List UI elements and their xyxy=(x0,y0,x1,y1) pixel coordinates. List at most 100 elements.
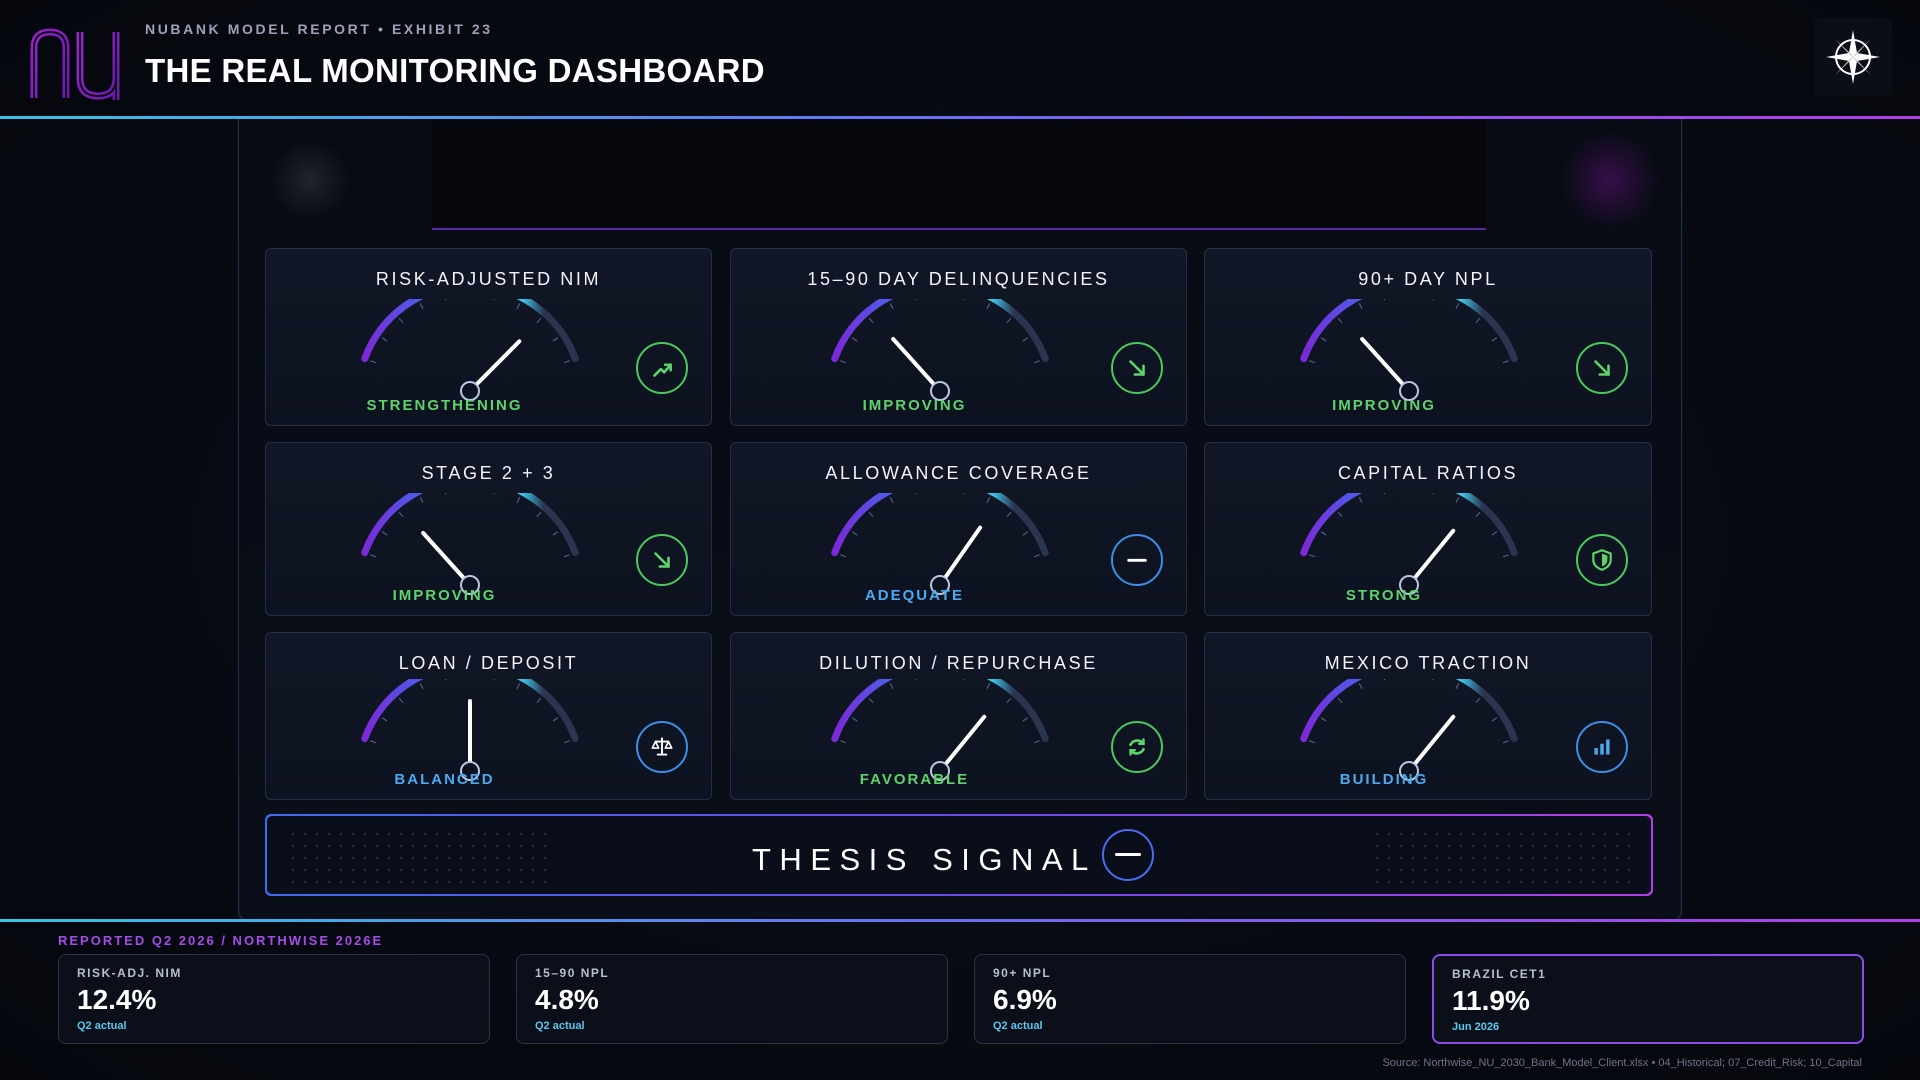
gauge-tick xyxy=(536,697,542,704)
gauge-needle xyxy=(938,525,983,587)
gauge-tick xyxy=(1475,697,1481,704)
gauge-tick xyxy=(1309,360,1316,364)
gauge-status: IMPROVING xyxy=(1332,397,1436,414)
gauge-tick xyxy=(868,697,874,704)
gauge-tick xyxy=(419,303,424,309)
gauge-needle xyxy=(1360,336,1411,393)
gauge-needle xyxy=(421,530,472,587)
gauge-tick xyxy=(552,337,559,342)
gauge-tick xyxy=(889,683,894,689)
gauge-title: MEXICO TRACTION xyxy=(1324,653,1532,673)
gauge-tick xyxy=(1337,317,1343,324)
gauge-tick xyxy=(1491,717,1498,722)
gauge-tick xyxy=(563,360,570,364)
gauge-tick xyxy=(963,488,967,495)
gauge-needle xyxy=(468,339,522,393)
thesis-signal-label: THESIS SIGNAL xyxy=(752,842,1097,877)
gauge-tick xyxy=(851,531,858,536)
kpi-value: 11.9% xyxy=(1452,985,1530,1016)
gauge-dial xyxy=(340,281,600,401)
gauge-tick xyxy=(1309,554,1316,558)
reported-label: REPORTED Q2 2026 / NORTHWISE 2026E xyxy=(58,933,384,948)
ambient-glow-right xyxy=(1560,130,1660,230)
thesis-signal-bar: THESIS SIGNAL xyxy=(265,814,1653,896)
gauge-card-dilution-repurchase: DILUTION / REPURCHASE FAVORABLE xyxy=(730,632,1187,800)
gauge-tick xyxy=(840,360,847,364)
banner-area xyxy=(432,120,1486,230)
gauge-card-15-90-day-delinquencies: 15–90 DAY DELINQUENCIES IMPROVING xyxy=(730,248,1187,426)
compass-logo xyxy=(1814,18,1892,96)
header: NUBANK MODEL REPORT • EXHIBIT 23 THE REA… xyxy=(0,0,1920,118)
gauge-tick xyxy=(1022,337,1029,342)
source-note: Source: Northwise_NU_2030_Bank_Model_Cli… xyxy=(1382,1057,1862,1069)
gauge-needle xyxy=(1407,528,1456,587)
gauge-status: FAVORABLE xyxy=(859,771,970,788)
gauge-tick xyxy=(381,337,388,342)
gauge-tick xyxy=(1455,683,1460,689)
scale-icon xyxy=(636,721,688,773)
gauge-title: LOAN / DEPOSIT xyxy=(398,653,579,673)
report-eyebrow: NUBANK MODEL REPORT • EXHIBIT 23 xyxy=(145,21,493,37)
gauge-status: BUILDING xyxy=(1339,771,1429,788)
gauge-title: 15–90 DAY DELINQUENCIES xyxy=(807,269,1110,289)
kpi-label: RISK-ADJ. NIM xyxy=(77,966,182,980)
gauge-tick xyxy=(398,511,404,518)
gauge-status: IMPROVING xyxy=(392,587,497,604)
refresh-icon xyxy=(1111,721,1163,773)
gauge-tick xyxy=(1033,554,1040,558)
gauge-tick xyxy=(1455,303,1460,309)
gauge-tick xyxy=(563,554,570,558)
kpi-card-15-90-npl: 15–90 NPL 4.8% Q2 actual xyxy=(516,954,948,1044)
gauge-tick xyxy=(563,740,570,744)
trend-down-icon xyxy=(636,534,688,586)
gauge-tick xyxy=(1337,697,1343,704)
gauge-tick xyxy=(868,317,874,324)
gauge-tick xyxy=(1309,740,1316,744)
trend-up-icon xyxy=(636,342,688,394)
gauge-status: ADEQUATE xyxy=(864,587,965,604)
gauge-title: 90+ DAY NPL xyxy=(1358,269,1498,289)
gauge-tick xyxy=(1320,531,1327,536)
gauge-tick xyxy=(398,697,404,704)
gauge-tick xyxy=(536,317,542,324)
gauge-card-capital-ratios: CAPITAL RATIOS STRONG xyxy=(1204,442,1652,616)
gauge-dial xyxy=(1279,475,1539,595)
gauge-arc xyxy=(831,661,1049,743)
neutral-icon xyxy=(1111,534,1163,586)
gauge-tick xyxy=(1006,511,1012,518)
gauge-status: IMPROVING xyxy=(862,397,967,414)
gauge-tick xyxy=(398,317,404,324)
gauge-tick xyxy=(913,488,917,495)
bottom-divider xyxy=(0,919,1920,922)
gauge-tick xyxy=(1502,740,1509,744)
neutral-icon xyxy=(1102,829,1154,881)
gauge-card-mexico-traction: MEXICO TRACTION BUILDING xyxy=(1204,632,1652,800)
gauge-arc xyxy=(1300,281,1518,363)
gauge-tick xyxy=(516,303,521,309)
compass-icon xyxy=(1826,30,1880,84)
gauge-needle xyxy=(891,336,942,393)
gauge-tick xyxy=(1033,360,1040,364)
page-title: THE REAL MONITORING DASHBOARD xyxy=(145,52,765,89)
gauge-tick xyxy=(1022,531,1029,536)
gauge-tick xyxy=(1382,294,1386,301)
gauge-tick xyxy=(1382,674,1386,681)
gauge-title: STAGE 2 + 3 xyxy=(421,463,556,483)
gauge-needle xyxy=(938,714,987,773)
gauge-tick xyxy=(1491,337,1498,342)
gauge-tick xyxy=(370,360,377,364)
gauge-dial xyxy=(810,475,1070,595)
dot-pattern-left xyxy=(287,828,547,884)
gauge-tick xyxy=(443,488,447,495)
gauge-dial xyxy=(810,661,1070,781)
gauge-tick xyxy=(1475,317,1481,324)
gauge-tick xyxy=(889,497,894,503)
kpi-sub: Q2 actual xyxy=(535,1020,585,1032)
gauge-tick xyxy=(889,303,894,309)
gauge-arc xyxy=(361,281,579,363)
gauge-tick xyxy=(1033,740,1040,744)
gauge-card-allowance-coverage: ALLOWANCE COVERAGE ADEQUATE xyxy=(730,442,1187,616)
gauge-title: DILUTION / REPURCHASE xyxy=(819,653,1098,673)
trend-down-icon xyxy=(1576,342,1628,394)
gauge-tick xyxy=(963,674,967,681)
